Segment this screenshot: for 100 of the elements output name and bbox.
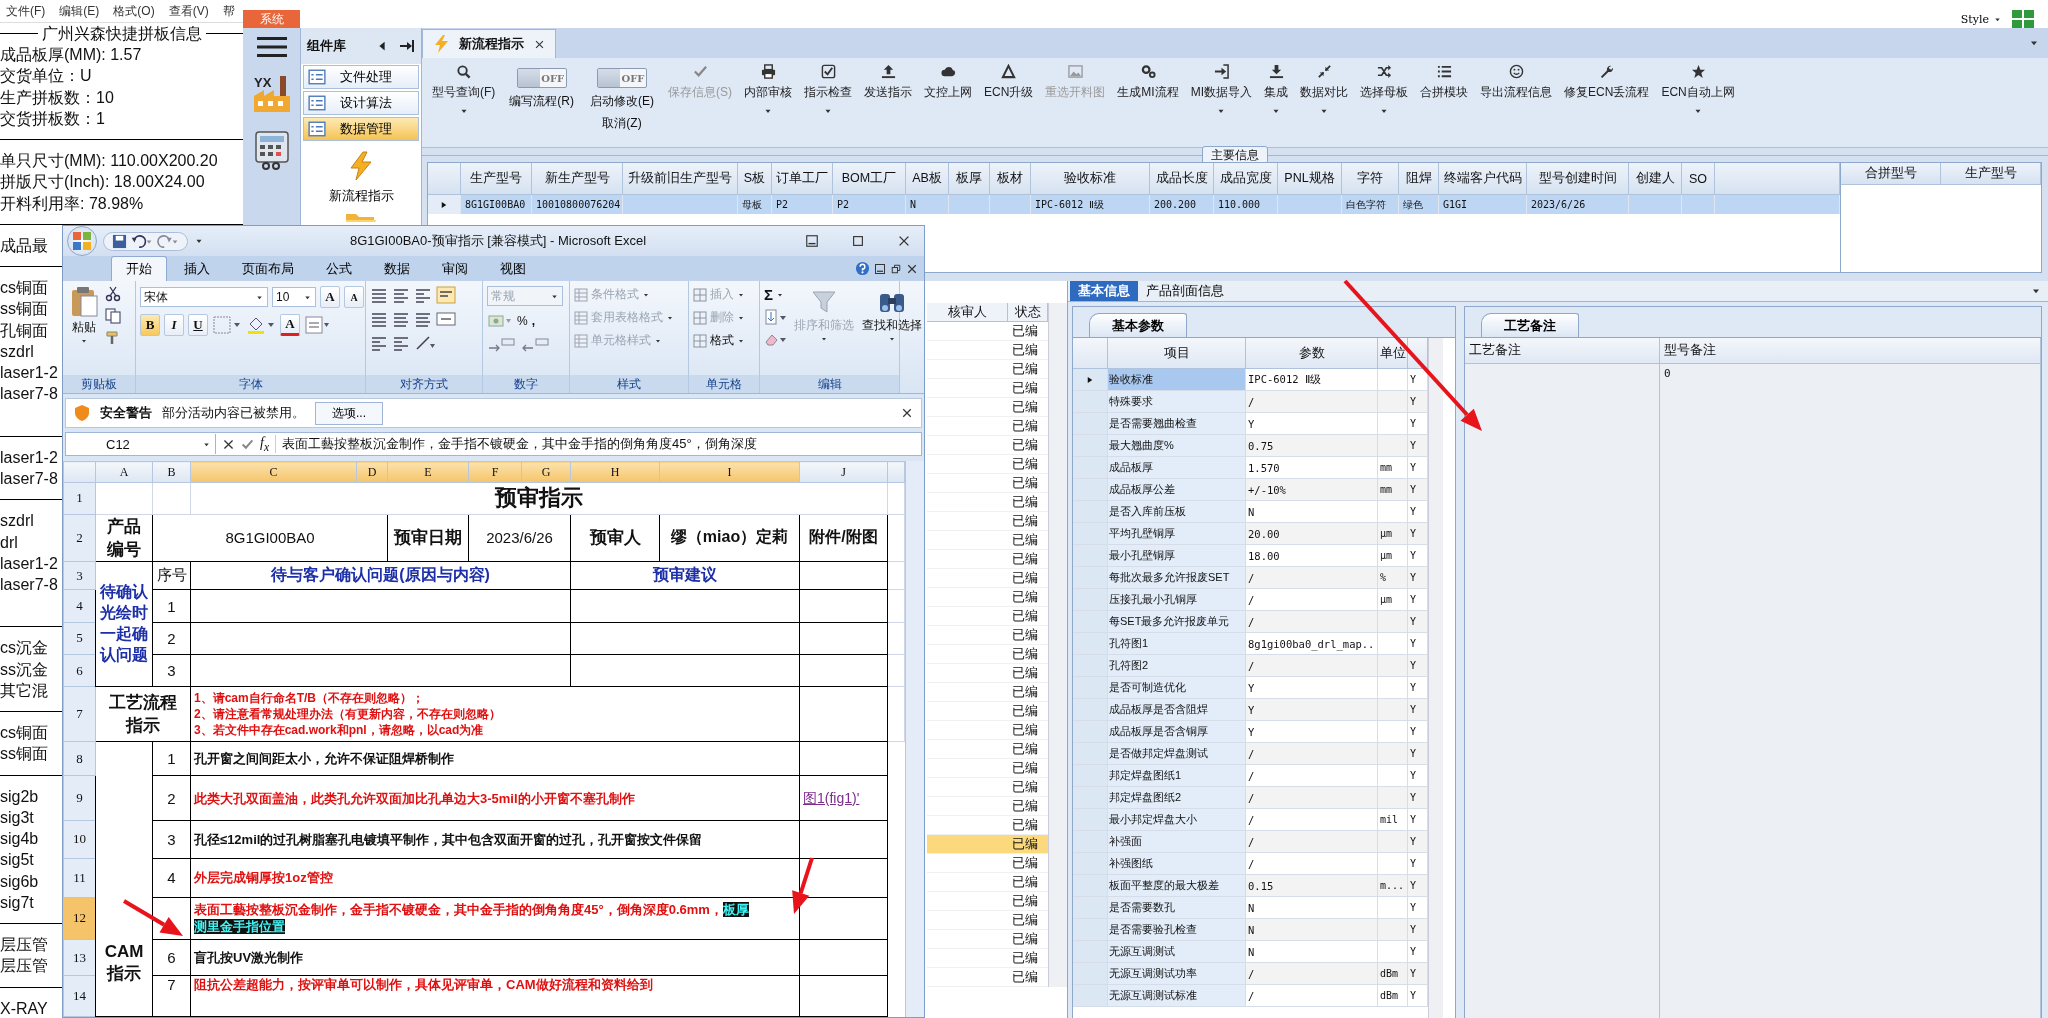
status-cell[interactable]: 已编 [1008,721,1048,740]
status-cell[interactable]: 已编 [1008,550,1048,569]
tab[interactable]: 基本信息 [1070,281,1138,301]
row-header[interactable]: 12 [63,897,96,940]
row-header[interactable] [1073,919,1108,941]
row-header[interactable] [1073,413,1108,435]
status-cell[interactable]: 已编 [1008,588,1048,607]
align-icon[interactable] [414,287,432,303]
table-cell[interactable]: 成品板厚是否含铜厚 [1108,721,1246,743]
notes-field[interactable] [1465,364,1660,1018]
status-cell[interactable]: 已编 [1008,778,1048,797]
undo-icon[interactable] [131,233,153,249]
toolbar-button[interactable]: 集成 [1258,64,1295,116]
font-size-field[interactable]: 10 [272,287,316,307]
column-header[interactable]: B [152,461,191,483]
status-cell[interactable]: 已编 [1008,873,1048,892]
status-cell[interactable]: 已编 [1008,341,1048,360]
percent-button[interactable]: % [517,314,528,328]
status-cell[interactable]: 已编 [1008,360,1048,379]
column-header[interactable]: AB板 [906,163,949,195]
row-header[interactable] [1073,985,1108,1007]
status-cell[interactable]: 已编 [1008,740,1048,759]
column-header[interactable]: F [468,461,522,483]
table-cell[interactable]: 每批次最多允许报废SET [1108,567,1246,589]
column-header[interactable]: E [387,461,469,483]
row-header[interactable] [1073,677,1108,699]
ribbon-tab[interactable]: 视图 [485,256,541,281]
row-header[interactable]: 4 [63,589,96,623]
ribbon-tab[interactable]: 数据 [369,256,425,281]
status-cell[interactable]: 已编 [1008,455,1048,474]
status-cell[interactable]: 已编 [1008,664,1048,683]
row-header[interactable] [1073,369,1108,391]
currency-icon[interactable] [487,312,513,330]
status-cell[interactable]: 已编 [1008,569,1048,588]
component-item[interactable]: 数据管理 [303,117,419,141]
status-cell[interactable]: 已编 [1008,512,1048,531]
menu-item[interactable]: 文件(F) [6,2,46,20]
row-header[interactable]: 11 [63,858,96,898]
toolbar-button[interactable]: 修复ECN丢流程 [1558,64,1656,101]
row-header[interactable]: 2 [63,514,96,562]
table-cell[interactable]: 最小邦定焊盘大小 [1108,809,1246,831]
row-header[interactable] [1073,589,1108,611]
cancel-label[interactable]: 取消(Z) [602,115,642,132]
row-header[interactable]: 6 [63,654,96,687]
table-cell[interactable]: 是否需要数孔 [1108,897,1246,919]
fill-down-icon[interactable] [764,309,788,325]
row-header[interactable] [1073,963,1108,985]
toggle-switch[interactable]: OFF [597,68,647,88]
row-header[interactable]: 7 [63,686,96,742]
row-header[interactable] [1073,897,1108,919]
column-header[interactable]: 升级前旧生产型号 [623,163,738,195]
ribbon-tab[interactable]: 页面布局 [227,256,309,281]
column-header[interactable]: 状态 [1008,303,1048,322]
status-cell[interactable]: 已编 [1008,930,1048,949]
table-cell[interactable]: 成品板厚 [1108,457,1246,479]
fill-color-icon[interactable] [246,315,276,335]
status-cell[interactable]: 已编 [1008,759,1048,778]
status-cell[interactable]: 已编 [1008,531,1048,550]
merge-icon[interactable] [436,310,456,328]
row-header[interactable] [1073,941,1108,963]
status-cell[interactable]: 已编 [1008,493,1048,512]
status-cell[interactable]: 已编 [1008,436,1048,455]
column-header[interactable]: A [95,461,153,483]
table-cell[interactable]: 平均孔壁铜厚 [1108,523,1246,545]
column-header[interactable]: 型号备注 [1660,338,2041,364]
table-cell[interactable]: 是否需要验孔检查 [1108,919,1246,941]
column-header[interactable]: J [799,461,888,483]
column-header[interactable]: H [570,461,660,483]
toolbar-button[interactable]: 数据对比 [1294,64,1355,116]
column-header[interactable]: D [356,461,388,483]
tab[interactable]: 产品剖面信息 [1138,281,1232,301]
row-header[interactable] [1073,633,1108,655]
help-icon[interactable] [855,261,870,276]
column-header[interactable]: 工艺备注 [1465,338,1660,364]
table-cell[interactable]: 孔符图1 [1108,633,1246,655]
copy-icon[interactable] [105,308,121,324]
toolbar-button[interactable]: 型号查询(F) [426,64,502,116]
table-cell[interactable]: 是否可制造优化 [1108,677,1246,699]
align-icon[interactable] [414,311,432,327]
paste-button[interactable]: 粘贴 [67,286,101,370]
align-icon[interactable] [370,287,388,303]
style-menu[interactable]: Style [1960,12,2002,26]
align-icon[interactable] [392,287,410,303]
align-icon[interactable] [392,335,410,351]
column-header[interactable]: S板 [738,163,772,195]
italic-button[interactable]: I [164,314,184,336]
name-box[interactable]: C12 [66,434,216,454]
table-cell[interactable]: 成品板厚是否含阻焊 [1108,699,1246,721]
menu-item[interactable]: 编辑(E) [59,2,100,20]
row-header[interactable]: 14 [63,975,96,1017]
menu-item[interactable]: 帮 [222,2,235,20]
status-cell[interactable]: 已编 [1008,645,1048,664]
function-button[interactable]: f$_{x}$ [260,434,277,454]
toolbar-button[interactable]: 导出流程信息 [1474,64,1559,101]
document-tab[interactable]: 新流程指示 [422,29,556,58]
column-header[interactable]: 板厚 [949,163,990,195]
component-item[interactable]: 文件处理 [303,65,419,89]
status-cell[interactable]: 已编 [1008,835,1048,854]
row-header[interactable]: 5 [63,622,96,655]
table-cell[interactable]: 孔符图2 [1108,655,1246,677]
